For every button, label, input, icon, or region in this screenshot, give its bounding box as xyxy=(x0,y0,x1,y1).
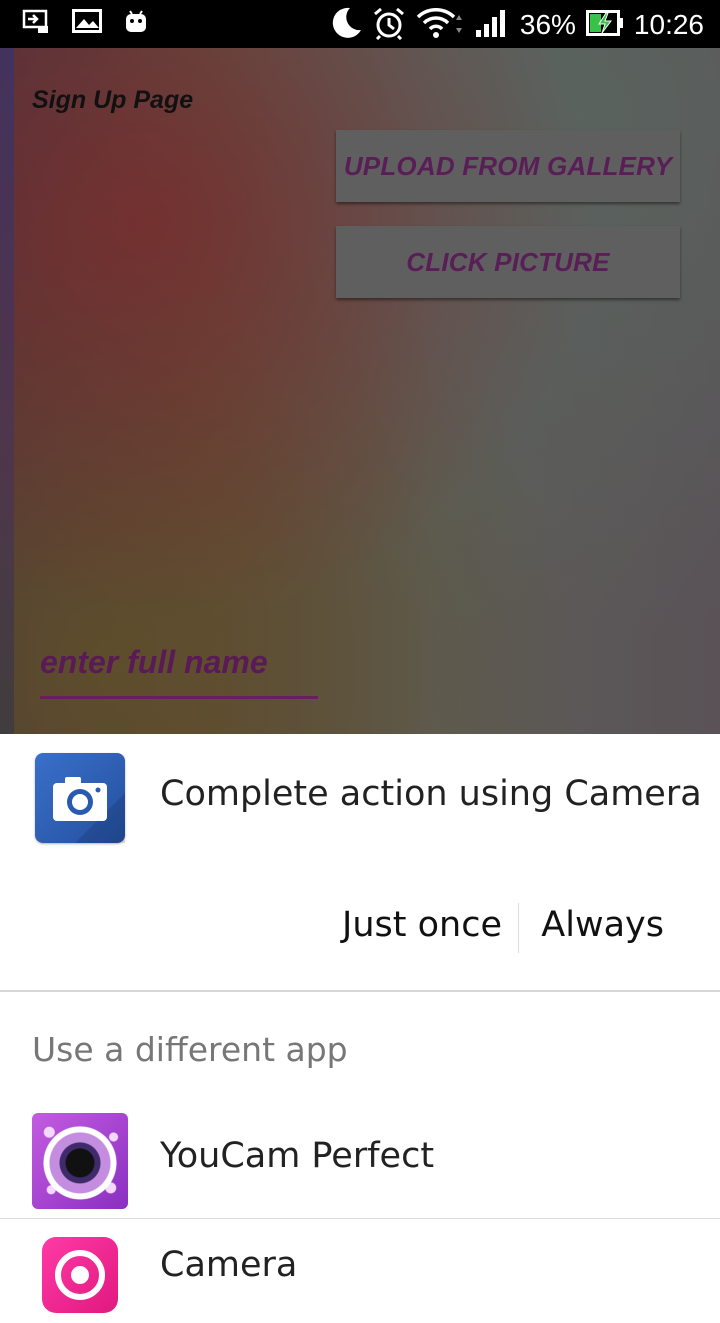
battery-charging-icon xyxy=(585,10,624,40)
app-option-label: YouCam Perfect xyxy=(160,1136,435,1176)
app-option-camera[interactable]: Camera xyxy=(0,1218,720,1323)
android-icon xyxy=(124,8,148,38)
app-option-label: Camera xyxy=(160,1245,298,1285)
full-name-input[interactable]: enter full name xyxy=(40,644,318,699)
alarm-icon xyxy=(372,6,406,44)
default-app-title: Complete action using Camera xyxy=(160,774,702,814)
just-once-button[interactable]: Just once xyxy=(342,905,502,945)
chooser-actions: Just once Always xyxy=(0,889,720,967)
app-background: Sign Up Page UPLOAD FROM GALLERY CLICK P… xyxy=(0,48,720,734)
camera-app-icon xyxy=(42,1237,118,1313)
default-app-header: Complete action using Camera xyxy=(0,734,720,890)
screen-cast-icon xyxy=(22,8,50,38)
gallery-icon xyxy=(72,9,102,37)
signal-icon xyxy=(474,8,510,42)
app-chooser-sheet: Complete action using Camera Just once A… xyxy=(0,734,720,1313)
full-name-placeholder: enter full name xyxy=(40,644,268,680)
youcam-perfect-icon xyxy=(32,1113,128,1209)
action-divider xyxy=(518,903,519,953)
clock: 10:26 xyxy=(633,9,704,40)
battery-percent: 36% xyxy=(519,9,576,40)
moon-icon xyxy=(330,6,362,44)
upload-from-gallery-button[interactable]: UPLOAD FROM GALLERY xyxy=(336,130,680,202)
wifi-icon xyxy=(416,7,464,43)
camera-app-icon xyxy=(35,753,125,843)
status-bar: 36% 10:26 xyxy=(0,0,720,48)
different-app-label: Use a different app xyxy=(32,1030,348,1069)
app-option-youcam-perfect[interactable]: YouCam Perfect xyxy=(0,1110,720,1214)
click-picture-button[interactable]: CLICK PICTURE xyxy=(336,226,680,298)
always-button[interactable]: Always xyxy=(541,905,664,945)
page-title: Sign Up Page xyxy=(32,86,194,114)
section-divider xyxy=(0,990,720,992)
